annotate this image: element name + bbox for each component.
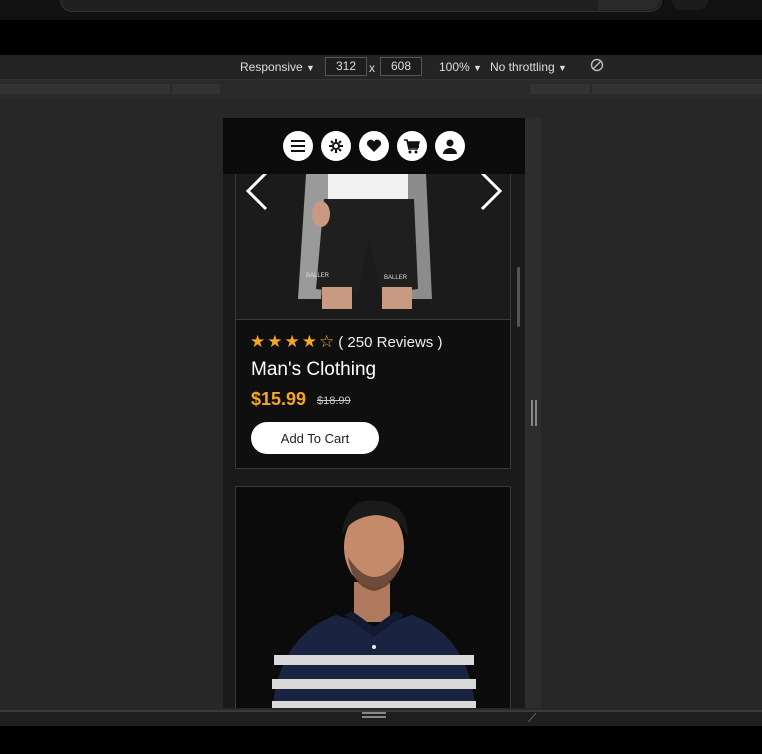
product-title[interactable]: Man's Clothing [251,359,376,381]
shorts-print-right: BALLER [384,275,408,281]
rotate-icon[interactable] [590,58,604,75]
heart-icon[interactable] [359,131,389,161]
viewport-resize-handle-right[interactable] [531,400,537,426]
product-card: BALLER BALLER ★ ★ ★ ★ ☆ ( 250 Reviews ) … [235,158,511,469]
add-to-cart-button[interactable]: Add To Cart [251,422,379,454]
star-filled-icon: ★ [267,332,283,351]
settings-icon[interactable] [321,131,351,161]
carousel-prev-arrow[interactable] [244,171,270,219]
menu-icon[interactable] [283,131,313,161]
review-count: ( 250 Reviews ) [338,333,443,351]
product-image-carousel: BALLER BALLER [236,159,510,320]
star-filled-icon: ★ [284,332,300,351]
chevron-down-icon: ▼ [473,63,482,73]
product-image: BALLER BALLER [236,159,510,319]
star-empty-icon: ☆ [319,332,335,351]
shorts-print-left: BALLER [306,273,330,279]
chevron-down-icon: ▼ [558,63,567,73]
product-rating: ★ ★ ★ ★ ☆ ( 250 Reviews ) [250,332,442,352]
screen-bottom [0,726,762,754]
carousel-next-arrow[interactable] [478,171,504,219]
device-mode-label: Responsive [240,60,303,74]
product-old-price: $18.99 [317,395,351,407]
user-icon[interactable] [435,131,465,161]
star-filled-icon: ★ [250,332,266,351]
viewport-width-input[interactable]: 312 [325,57,367,76]
dimension-separator: x [369,61,375,75]
zoom-label: 100% [439,60,470,74]
cart-icon[interactable] [397,131,427,161]
viewport-resize-handle-bottom[interactable] [362,712,386,718]
viewport-height-input[interactable]: 608 [380,57,422,76]
device-toolbar: Responsive ▼ 312 x 608 100% ▼ No throttl… [0,55,762,80]
site-header [223,118,525,174]
zoom-dropdown[interactable]: 100% ▼ [439,60,482,74]
media-query-ruler [0,80,762,98]
profile-button[interactable] [672,0,708,10]
product-image-2 [236,487,510,708]
product-card-2 [235,486,511,708]
device-mode-dropdown[interactable]: Responsive ▼ [240,60,315,74]
toolbar-gap [0,20,762,55]
product-price: $15.99 [251,389,307,409]
star-filled-icon: ★ [301,332,317,351]
corner-resize-icon[interactable]: ⟋ [528,711,536,726]
address-bar[interactable] [60,0,662,12]
throttling-label: No throttling [490,60,555,74]
chevron-down-icon: ▼ [306,63,315,73]
page-scrollbar-thumb[interactable] [517,267,520,327]
address-bar-action[interactable] [598,0,660,10]
device-viewport: BALLER BALLER ★ ★ ★ ★ ☆ ( 250 Reviews ) … [223,118,525,708]
throttling-dropdown[interactable]: No throttling ▼ [490,60,567,74]
